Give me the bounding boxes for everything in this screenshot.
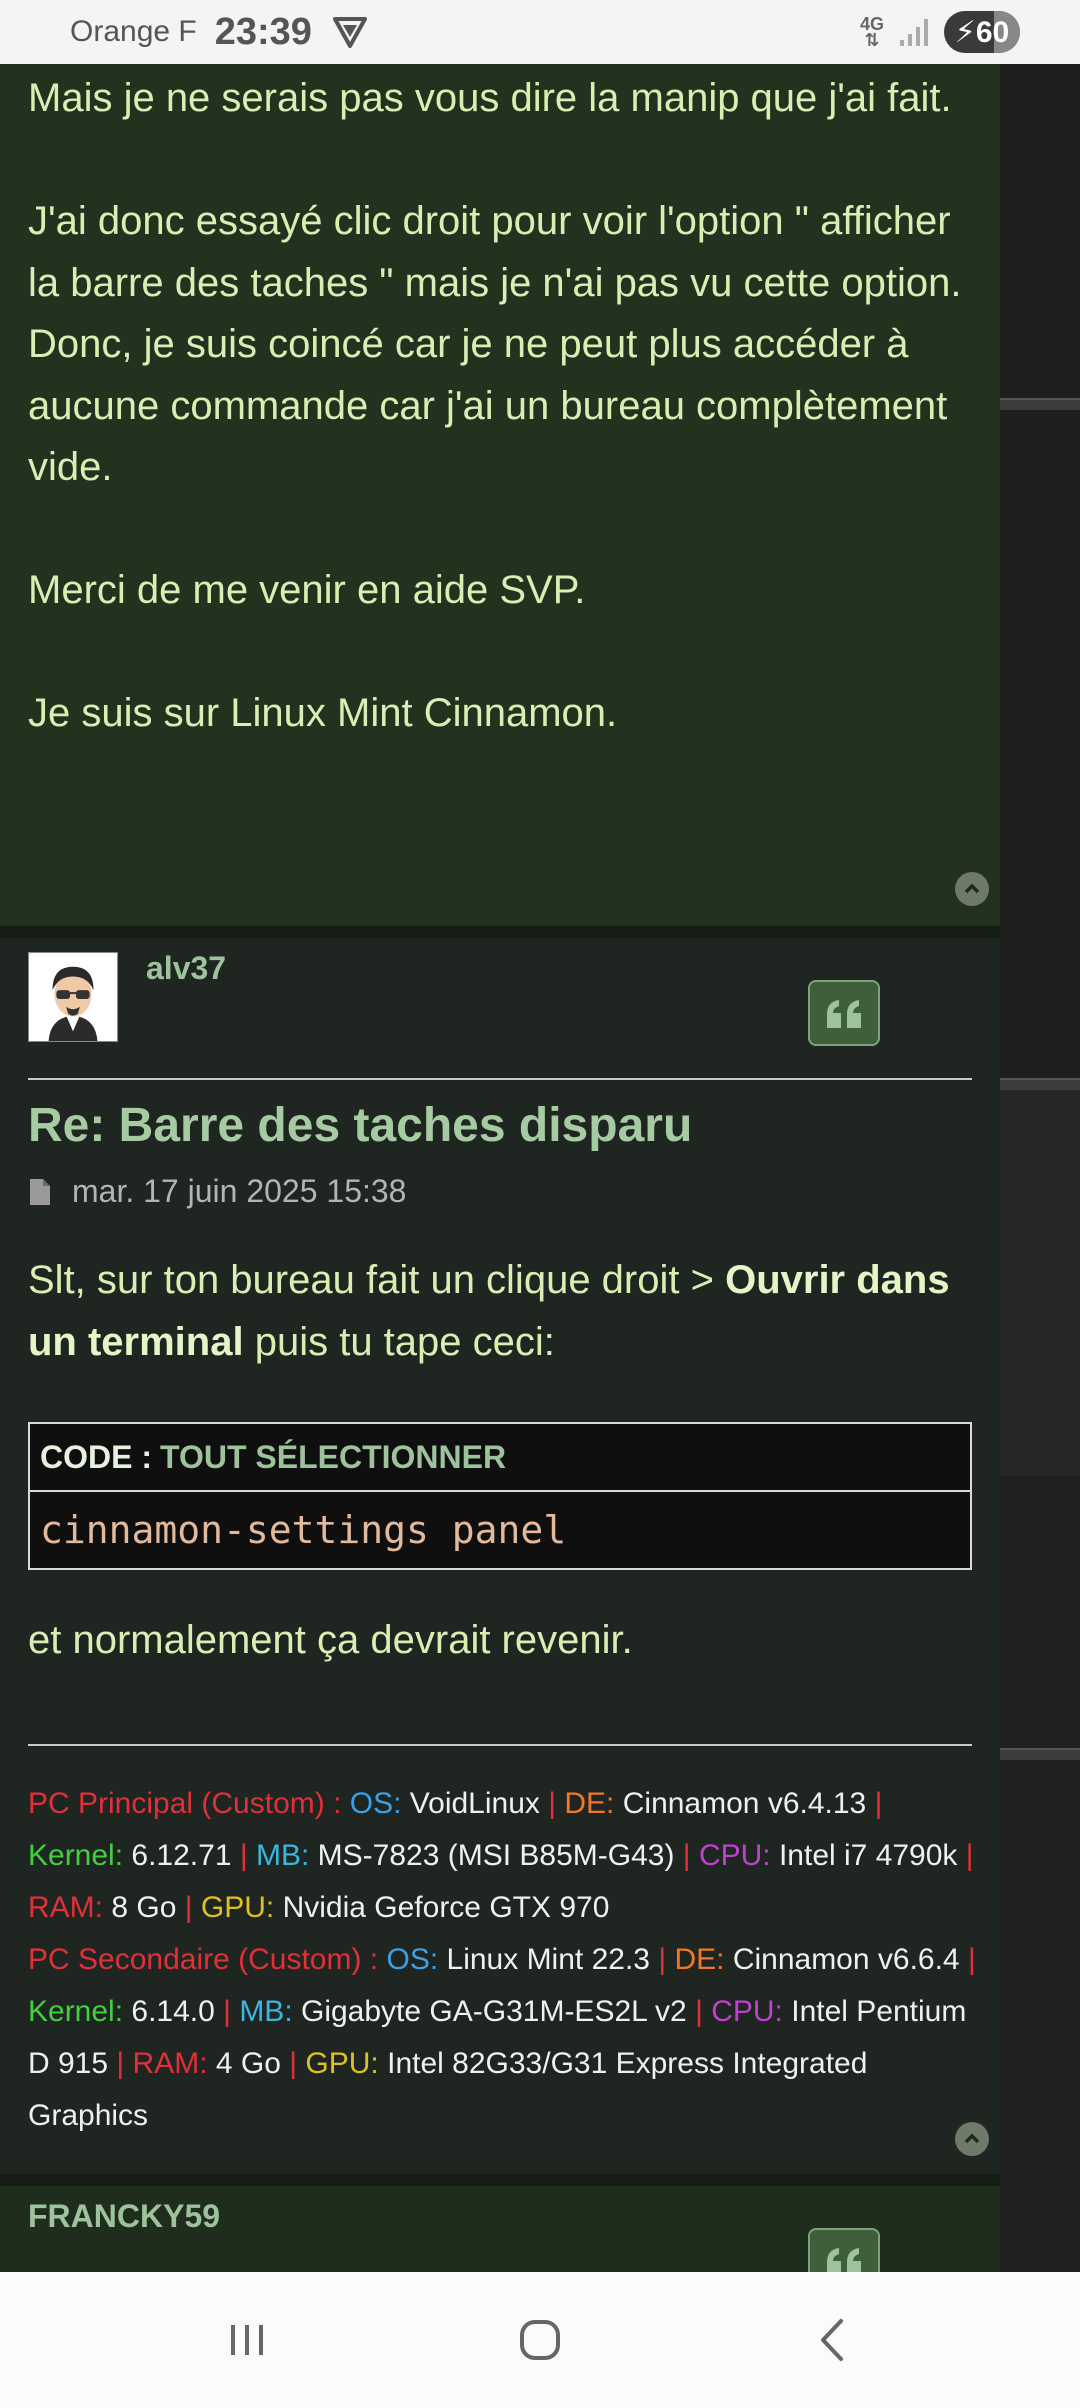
sig-value: Intel i7 4790k	[778, 1839, 958, 1872]
battery-indicator: ⚡60	[944, 11, 1020, 53]
username[interactable]: alv37	[146, 950, 226, 987]
sig-separator: |	[967, 1943, 976, 1976]
sig-value: Cinnamon v6.6.4	[732, 1943, 960, 1976]
recents-icon	[230, 2325, 263, 2355]
sig-value: 8 Go	[111, 1891, 177, 1924]
username[interactable]: FRANCKY59	[28, 2198, 220, 2235]
sig-value: Cinnamon v6.4.13	[622, 1787, 867, 1820]
back-button[interactable]	[793, 2305, 873, 2375]
back-to-top-button[interactable]	[955, 2122, 989, 2156]
post-separator	[0, 2174, 1000, 2186]
sig-separator: |	[116, 2047, 125, 2080]
sig-value: Nvidia Geforce GTX 970	[282, 1891, 610, 1924]
code-header: CODE : TOUT SÉLECTIONNER	[30, 1424, 970, 1492]
post-paragraph: Donc, je suis coincé car je ne peut plus…	[28, 322, 959, 489]
sig-separator: |	[965, 1839, 974, 1872]
sig-separator: |	[223, 1995, 231, 2028]
sig-label: MB:	[255, 1839, 310, 1872]
post-paragraph: Mais je ne serais pas vous dire la manip…	[28, 76, 952, 120]
post-separator	[0, 926, 1000, 938]
quote-icon	[827, 1000, 861, 1028]
sig-separator: |	[239, 1839, 248, 1872]
back-to-top-button[interactable]	[955, 872, 989, 906]
chevron-up-icon	[964, 2133, 980, 2144]
network-type: 4G ⇅	[859, 14, 884, 50]
avatar-image	[29, 953, 117, 1041]
quote-button[interactable]	[808, 2228, 880, 2272]
sig-label: OS:	[386, 1943, 439, 1976]
scroll-rail	[1000, 64, 1080, 2272]
sig-separator: |	[658, 1943, 667, 1976]
sig-label: RAM:	[132, 2047, 208, 2080]
screen: { "status_bar": { "carrier": "Orange F",…	[0, 0, 1080, 2408]
post-paragraph: Je suis sur Linux Mint Cinnamon.	[28, 691, 618, 735]
code-label: CODE :	[40, 1438, 152, 1475]
home-button[interactable]	[500, 2305, 580, 2375]
sig-label: MB:	[239, 1995, 293, 2028]
back-icon	[821, 2319, 844, 2361]
scroll-handle[interactable]	[1000, 398, 1080, 410]
post-reply: alv37 Re: Barre des taches disparu mar. …	[0, 938, 1000, 2174]
sig-separator: |	[695, 1995, 703, 2028]
sig-separator: |	[682, 1839, 691, 1872]
sig-value: Gigabyte GA-G31M-ES2L v2	[301, 1995, 687, 2028]
signature: PC Principal (Custom) : OS: VoidLinux | …	[28, 1778, 978, 2142]
reply-text-suffix: puis tu tape ceci:	[243, 1319, 555, 1364]
post-paragraph: Merci de me venir en aide SVP.	[28, 568, 586, 612]
sig-label: DE:	[674, 1943, 725, 1976]
sig-label: CPU:	[698, 1839, 771, 1872]
status-bar: Orange F 23:39 4G ⇅ ⚡60	[0, 0, 1080, 64]
scroll-handle[interactable]	[1000, 1748, 1080, 1760]
post-paragraph: J'ai donc essayé clic droit pour voir l'…	[28, 199, 962, 305]
file-icon	[30, 1178, 50, 1205]
avatar[interactable]	[28, 952, 118, 1042]
signature-divider	[28, 1744, 972, 1746]
sig-value: Linux Mint 22.3	[446, 1943, 650, 1976]
home-icon	[519, 2320, 560, 2360]
post-date-text: mar. 17 juin 2025 15:38	[72, 1173, 407, 1209]
sig-label: GPU:	[200, 1891, 275, 1924]
battery-level: ⚡60	[954, 15, 1010, 49]
sig-pc1-name: PC Principal (Custom) :	[28, 1787, 342, 1820]
code-block: CODE : TOUT SÉLECTIONNER cinnamon-settin…	[28, 1422, 972, 1570]
sig-value: 4 Go	[215, 2047, 281, 2080]
post-title[interactable]: Re: Barre des taches disparu	[28, 1098, 692, 1153]
reply-closing: et normalement ça devrait revenir.	[28, 1618, 633, 1662]
divider	[28, 1078, 972, 1080]
sig-separator: |	[548, 1787, 557, 1820]
post-body: Mais je ne serais pas vous dire la manip…	[28, 68, 968, 745]
sig-value: MS-7823 (MSI B85M-G43)	[317, 1839, 675, 1872]
vpn-shield-icon	[332, 17, 367, 48]
sig-label: DE:	[564, 1787, 615, 1820]
scroll-handle[interactable]	[1000, 1078, 1080, 1090]
reply-body: Slt, sur ton bureau fait un clique droit…	[28, 1250, 968, 1373]
recents-button[interactable]	[207, 2305, 287, 2375]
reply-text-prefix: Slt, sur ton bureau fait un clique droit…	[28, 1258, 726, 1302]
sig-pc2-name: PC Secondaire (Custom) :	[28, 1943, 379, 1976]
sig-separator: |	[184, 1891, 193, 1924]
sig-value: 6.12.71	[131, 1839, 232, 1872]
sig-label: RAM:	[28, 1891, 103, 1924]
signal-icon	[900, 19, 928, 46]
sig-label: OS:	[349, 1787, 402, 1820]
quote-icon	[827, 2248, 861, 2272]
select-all-link[interactable]: TOUT SÉLECTIONNER	[160, 1439, 506, 1476]
sig-label: GPU:	[305, 2047, 379, 2080]
navigation-bar	[0, 2272, 1080, 2408]
quote-button[interactable]	[808, 980, 880, 1046]
clock: 23:39	[214, 10, 312, 53]
code-content[interactable]: cinnamon-settings panel	[30, 1492, 970, 1568]
post-next: FRANCKY59	[0, 2186, 1000, 2272]
sig-separator: |	[874, 1787, 883, 1820]
sig-value: 6.14.0	[131, 1995, 215, 2028]
sig-label: CPU:	[711, 1995, 783, 2028]
sig-value: VoidLinux	[409, 1787, 540, 1820]
post-date: mar. 17 juin 2025 15:38	[28, 1173, 406, 1210]
carrier-name: Orange F	[70, 15, 197, 48]
sig-label: Kernel:	[28, 1839, 124, 1872]
post-previous: Mais je ne serais pas vous dire la manip…	[0, 64, 1000, 926]
chevron-up-icon	[964, 883, 980, 894]
sig-label: Kernel:	[28, 1995, 124, 2028]
sig-separator: |	[289, 2047, 298, 2080]
